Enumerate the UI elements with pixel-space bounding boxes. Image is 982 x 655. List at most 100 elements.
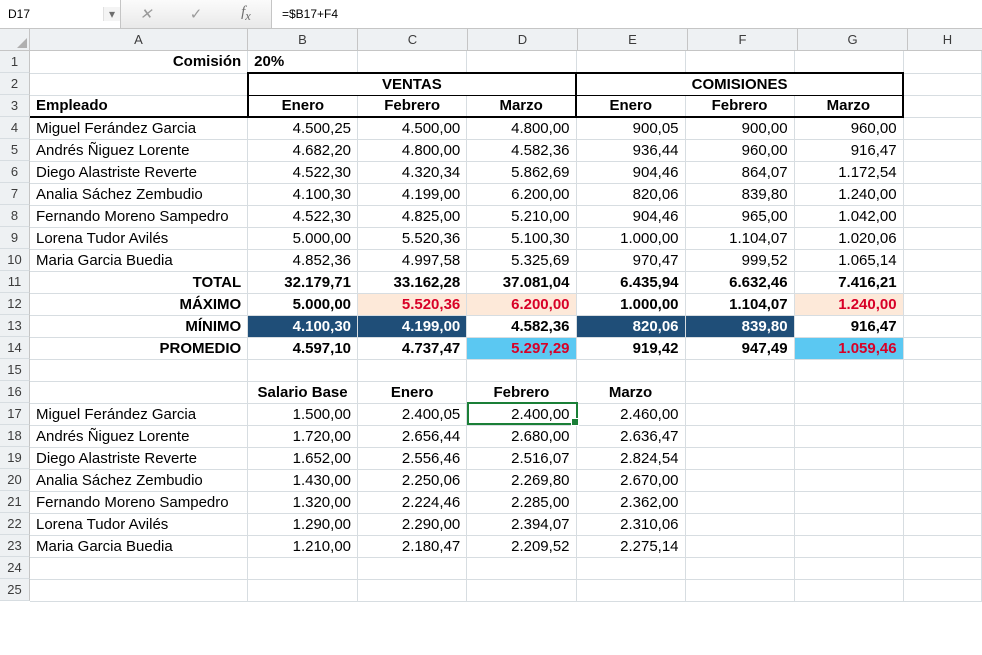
- cell-G25[interactable]: [794, 579, 903, 601]
- cell-A19[interactable]: Diego Alastriste Reverte: [30, 447, 248, 469]
- cell-F16[interactable]: [685, 381, 794, 403]
- column-header-E[interactable]: E: [578, 29, 688, 51]
- cell-H2[interactable]: [903, 73, 981, 95]
- sheet-body[interactable]: Comisión20%VENTASCOMISIONESEmpleadoEnero…: [30, 51, 982, 602]
- cell-F4[interactable]: 900,00: [685, 117, 794, 139]
- row-header-22[interactable]: 22: [0, 513, 30, 535]
- cell-B9[interactable]: 5.000,00: [248, 227, 358, 249]
- cell-A18[interactable]: Andrés Ñiguez Lorente: [30, 425, 248, 447]
- cell-G23[interactable]: [794, 535, 903, 557]
- cell-C13[interactable]: 4.199,00: [358, 315, 467, 337]
- cell-G14[interactable]: 1.059,46: [794, 337, 903, 359]
- cell-D22[interactable]: 2.394,07: [467, 513, 576, 535]
- cell-G20[interactable]: [794, 469, 903, 491]
- name-box-dropdown[interactable]: ▾: [103, 7, 120, 21]
- cell-E18[interactable]: 2.636,47: [576, 425, 685, 447]
- cell-G3[interactable]: Marzo: [794, 95, 903, 117]
- cell-D1[interactable]: [467, 51, 576, 73]
- cell-F6[interactable]: 864,07: [685, 161, 794, 183]
- cell-B10[interactable]: 4.852,36: [248, 249, 358, 271]
- accept-formula-button[interactable]: ✓: [185, 3, 207, 25]
- cell-B4[interactable]: 4.500,25: [248, 117, 358, 139]
- cell-D9[interactable]: 5.100,30: [467, 227, 576, 249]
- cell-G22[interactable]: [794, 513, 903, 535]
- cell-D6[interactable]: 5.862,69: [467, 161, 576, 183]
- cell-F5[interactable]: 960,00: [685, 139, 794, 161]
- cell-B18[interactable]: 1.720,00: [248, 425, 358, 447]
- cell-G7[interactable]: 1.240,00: [794, 183, 903, 205]
- cell-D12[interactable]: 6.200,00: [467, 293, 576, 315]
- cell-C3[interactable]: Febrero: [358, 95, 467, 117]
- row-header-7[interactable]: 7: [0, 183, 30, 205]
- name-box[interactable]: D17 ▾: [0, 0, 121, 28]
- row-header-5[interactable]: 5: [0, 139, 30, 161]
- cell-F3[interactable]: Febrero: [685, 95, 794, 117]
- cell-H4[interactable]: [903, 117, 981, 139]
- cell-G10[interactable]: 1.065,14: [794, 249, 903, 271]
- cell-G5[interactable]: 916,47: [794, 139, 903, 161]
- cell-A4[interactable]: Miguel Ferández Garcia: [30, 117, 248, 139]
- cell-G16[interactable]: [794, 381, 903, 403]
- cell-C10[interactable]: 4.997,58: [358, 249, 467, 271]
- cell-H17[interactable]: [903, 403, 981, 425]
- cell-F7[interactable]: 839,80: [685, 183, 794, 205]
- cell-D4[interactable]: 4.800,00: [467, 117, 576, 139]
- cell-B6[interactable]: 4.522,30: [248, 161, 358, 183]
- cell-F14[interactable]: 947,49: [685, 337, 794, 359]
- cell-H1[interactable]: [903, 51, 981, 73]
- cell-H18[interactable]: [903, 425, 981, 447]
- row-header-20[interactable]: 20: [0, 469, 30, 491]
- cell-H11[interactable]: [903, 271, 981, 293]
- cell-A12[interactable]: MÁXIMO: [30, 293, 248, 315]
- cell-G21[interactable]: [794, 491, 903, 513]
- cell-H5[interactable]: [903, 139, 981, 161]
- cell-E23[interactable]: 2.275,14: [576, 535, 685, 557]
- cell-A7[interactable]: Analia Sáchez Zembudio: [30, 183, 248, 205]
- row-header-24[interactable]: 24: [0, 557, 30, 579]
- cell-F17[interactable]: [685, 403, 794, 425]
- column-header-B[interactable]: B: [248, 29, 358, 51]
- cell-F13[interactable]: 839,80: [685, 315, 794, 337]
- cell-E2[interactable]: COMISIONES: [576, 73, 903, 95]
- cell-F15[interactable]: [685, 359, 794, 381]
- formula-input[interactable]: =$B17+F4: [272, 0, 982, 28]
- cell-A13[interactable]: MÍNIMO: [30, 315, 248, 337]
- cell-A20[interactable]: Analia Sáchez Zembudio: [30, 469, 248, 491]
- cell-E1[interactable]: [576, 51, 685, 73]
- cell-A11[interactable]: TOTAL: [30, 271, 248, 293]
- cell-A9[interactable]: Lorena Tudor Avilés: [30, 227, 248, 249]
- cell-E21[interactable]: 2.362,00: [576, 491, 685, 513]
- cell-E10[interactable]: 970,47: [576, 249, 685, 271]
- cell-G13[interactable]: 916,47: [794, 315, 903, 337]
- cell-H9[interactable]: [903, 227, 981, 249]
- cell-D24[interactable]: [467, 557, 576, 579]
- cell-H20[interactable]: [903, 469, 981, 491]
- cell-B2[interactable]: VENTAS: [248, 73, 576, 95]
- cell-E25[interactable]: [576, 579, 685, 601]
- row-header-3[interactable]: 3: [0, 95, 30, 117]
- cell-B25[interactable]: [248, 579, 358, 601]
- row-header-18[interactable]: 18: [0, 425, 30, 447]
- cell-E22[interactable]: 2.310,06: [576, 513, 685, 535]
- cell-D19[interactable]: 2.516,07: [467, 447, 576, 469]
- cell-C22[interactable]: 2.290,00: [358, 513, 467, 535]
- row-header-6[interactable]: 6: [0, 161, 30, 183]
- cell-A24[interactable]: [30, 557, 248, 579]
- cell-D11[interactable]: 37.081,04: [467, 271, 576, 293]
- column-header-D[interactable]: D: [468, 29, 578, 51]
- cell-F25[interactable]: [685, 579, 794, 601]
- cell-G19[interactable]: [794, 447, 903, 469]
- cell-D20[interactable]: 2.269,80: [467, 469, 576, 491]
- cell-A22[interactable]: Lorena Tudor Avilés: [30, 513, 248, 535]
- cell-G12[interactable]: 1.240,00: [794, 293, 903, 315]
- cell-E19[interactable]: 2.824,54: [576, 447, 685, 469]
- cell-D7[interactable]: 6.200,00: [467, 183, 576, 205]
- cell-A2[interactable]: [30, 73, 248, 95]
- cell-B7[interactable]: 4.100,30: [248, 183, 358, 205]
- cell-F18[interactable]: [685, 425, 794, 447]
- cell-A8[interactable]: Fernando Moreno Sampedro: [30, 205, 248, 227]
- cell-A17[interactable]: Miguel Ferández Garcia: [30, 403, 248, 425]
- cell-C14[interactable]: 4.737,47: [358, 337, 467, 359]
- row-header-11[interactable]: 11: [0, 271, 30, 293]
- row-header-19[interactable]: 19: [0, 447, 30, 469]
